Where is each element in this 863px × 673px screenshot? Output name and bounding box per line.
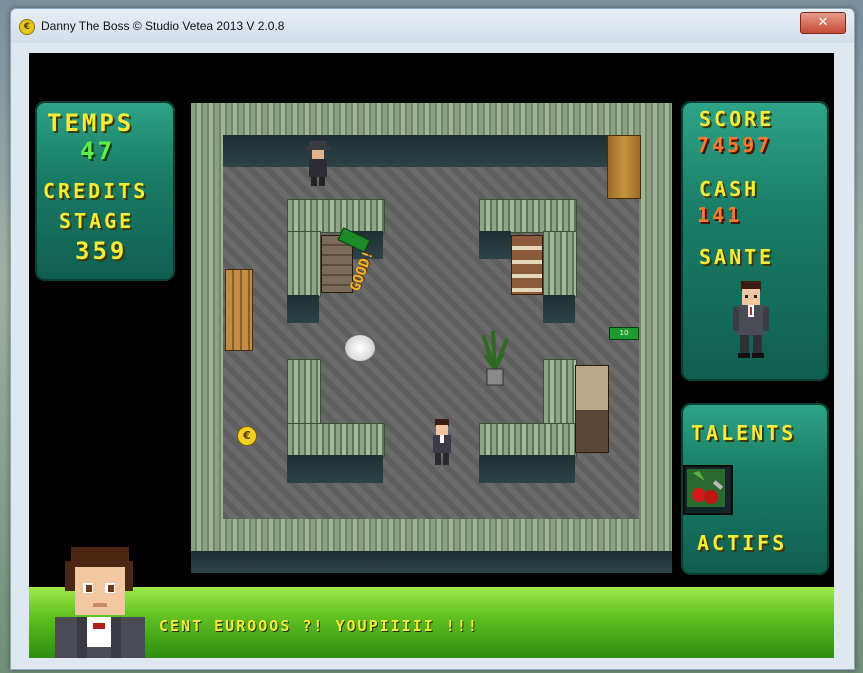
wall-shadow-a <box>287 295 319 323</box>
sante-label: SANTE <box>699 245 775 269</box>
danny-portrait <box>55 547 145 658</box>
euro-coin-pickup[interactable]: € <box>237 426 257 446</box>
bottom-wall-shadow <box>191 551 672 573</box>
wall-block-bottom-right <box>479 423 577 457</box>
game-canvas[interactable]: TEMPS 47 CREDITS STAGE 359 SCORE 74597 C… <box>29 53 834 658</box>
shelf-cabinet <box>511 235 543 295</box>
talents-label: TALENTS <box>691 421 797 445</box>
title-bar[interactable]: € Danny The Boss © Studio Vetea 2013 V 2… <box>11 9 854 43</box>
wall-block-left-upper <box>287 231 321 297</box>
stage-label: STAGE <box>59 209 135 233</box>
wall-block-top-right <box>479 199 577 233</box>
wooden-bench <box>225 269 253 351</box>
wall-block-bottom-left <box>287 423 385 457</box>
talents-panel: TALENTS ACTIFS <box>681 403 829 575</box>
gangster-enemy-sprite <box>306 141 330 186</box>
wall-block-top-left <box>287 199 385 233</box>
actifs-label: ACTIFS <box>697 531 788 555</box>
temps-label: TEMPS <box>47 109 135 137</box>
cash-label: CASH <box>699 177 760 201</box>
potted-plant <box>481 330 509 386</box>
wall-shadow-f <box>479 455 575 483</box>
desk <box>575 365 609 453</box>
dialog-bar: CENT EUROOOS ?! YOUPIIIII !!! <box>29 587 834 658</box>
wardrobe <box>607 135 641 199</box>
game-map[interactable]: GOOD! 10 € <box>191 103 672 573</box>
smoke-cloud <box>345 335 375 361</box>
top-wall-shadow <box>223 135 639 167</box>
danny-health-sprite <box>733 281 769 358</box>
dialog-text: CENT EUROOOS ?! YOUPIIIII !!! <box>159 617 479 635</box>
score-value: 74597 <box>697 133 773 157</box>
player-danny-sprite <box>433 419 451 465</box>
cash-note-pickup[interactable]: 10 <box>609 327 639 340</box>
cash-value: 141 <box>697 203 743 227</box>
stage-value: 359 <box>75 237 128 265</box>
wall-shadow-c <box>479 231 511 259</box>
app-window: € Danny The Boss © Studio Vetea 2013 V 2… <box>10 8 855 670</box>
cherry-talent-icon <box>687 469 725 507</box>
wall-shadow-d <box>543 295 575 323</box>
credits-label: CREDITS <box>43 179 149 203</box>
window-title: Danny The Boss © Studio Vetea 2013 V 2.0… <box>41 19 285 33</box>
left-hud-panel: TEMPS 47 CREDITS STAGE 359 <box>35 101 175 281</box>
temps-value: 47 <box>80 137 115 165</box>
wall-shadow-e <box>287 455 383 483</box>
right-hud-panel: SCORE 74597 CASH 141 SANTE <box>681 101 829 381</box>
talent-slot[interactable] <box>683 465 733 515</box>
euro-coin-icon: € <box>19 19 35 35</box>
wall-block-right-upper <box>543 231 577 297</box>
close-button[interactable]: ✕ <box>800 12 846 34</box>
score-label: SCORE <box>699 107 775 131</box>
